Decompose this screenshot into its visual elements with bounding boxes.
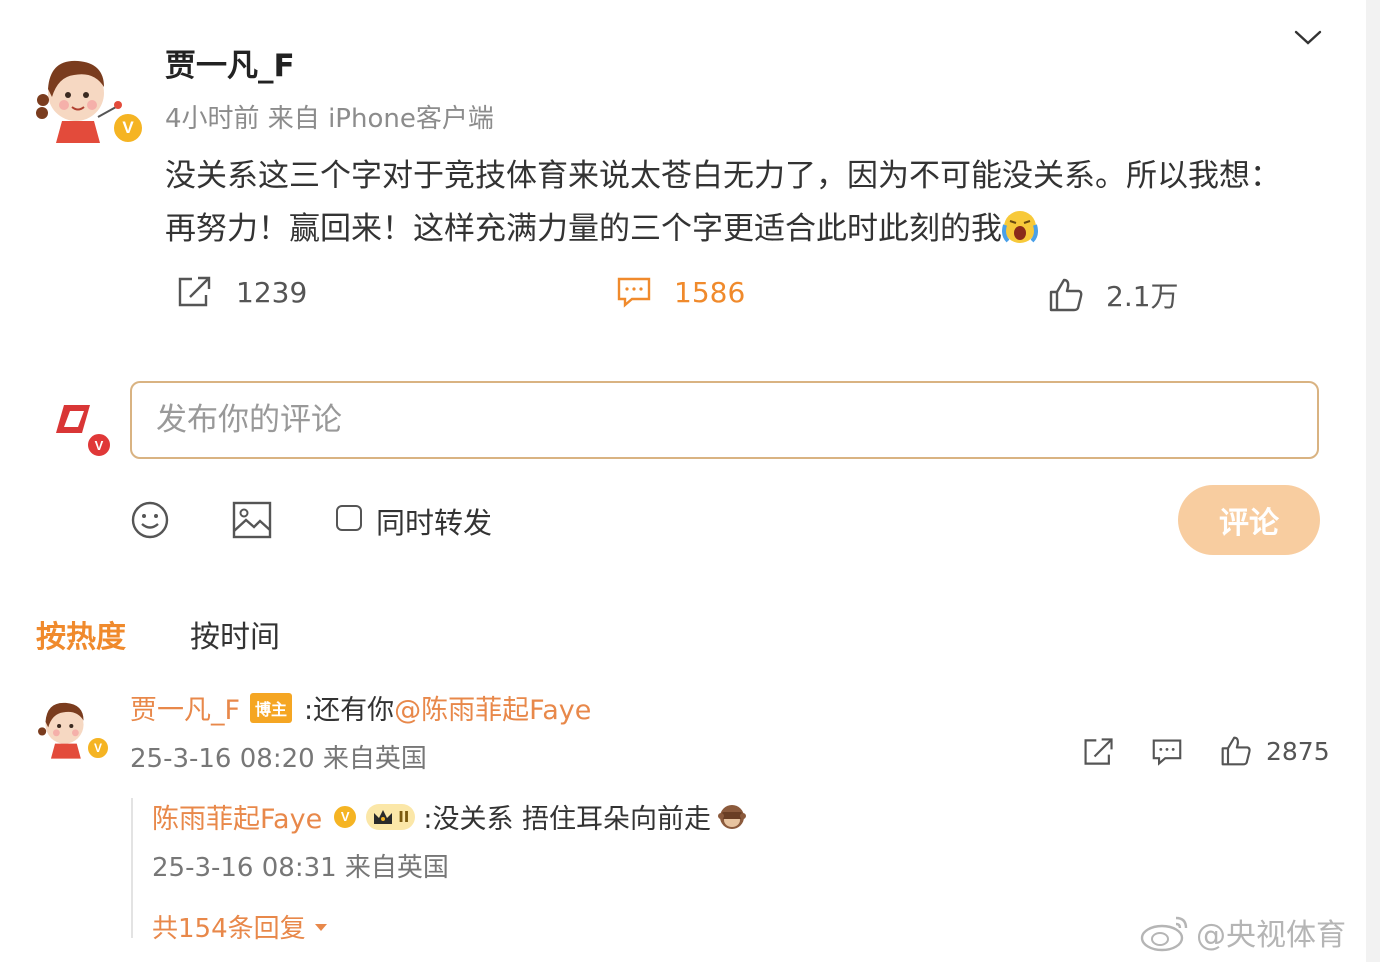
more-replies-link[interactable]: 共154条回复 — [152, 908, 328, 945]
comment-verified-badge-icon: V — [86, 736, 110, 760]
comment-text: :还有你 — [304, 695, 395, 726]
more-replies-text: 共154条回复 — [152, 914, 306, 944]
see-no-evil-monkey-emoji-icon — [717, 802, 747, 832]
post-text-line-2-wrap: 再努力！赢回来！这样充满力量的三个字更适合此时此刻的我 — [165, 203, 1315, 256]
reply-verified-badge-icon: V — [332, 803, 359, 830]
repost-count: 1239 — [236, 275, 308, 309]
comment-author-name[interactable]: 贾一凡_F — [130, 695, 240, 726]
vip-level-text: II — [398, 807, 410, 826]
comment-like-count: 2875 — [1266, 736, 1330, 766]
thumbs-up-icon — [1221, 736, 1251, 766]
reply-thread-line — [131, 798, 133, 938]
watermark: @央视体育 — [1138, 910, 1346, 954]
comment-mention-link[interactable]: @陈雨菲起Faye — [394, 695, 591, 726]
like-count: 2.1万 — [1106, 280, 1179, 313]
repost-icon — [178, 276, 211, 307]
post-text-line-2: 再努力！赢回来！这样充满力量的三个字更适合此时此刻的我 — [165, 211, 1002, 247]
crying-face-emoji-icon — [1002, 209, 1038, 245]
post-author-name[interactable]: 贾一凡_F — [165, 40, 295, 85]
comment-count: 1586 — [674, 275, 746, 309]
tab-sort-hot[interactable]: 按热度 — [36, 612, 126, 656]
watermark-text: @央视体育 — [1196, 918, 1346, 953]
weibo-logo-icon — [1140, 916, 1188, 952]
reply-meta: 25-3-16 08:31 来自英国 — [152, 853, 449, 883]
user-verified-badge-icon: V — [86, 432, 112, 458]
comment-meta: 25-3-16 08:20 来自英国 — [130, 744, 427, 774]
tab-sort-time[interactable]: 按时间 — [190, 612, 280, 656]
chevron-down-icon[interactable] — [1290, 25, 1326, 49]
comment-header: 贾一凡_F 博主 :还有你@陈雨菲起Faye — [130, 688, 591, 727]
thumbs-up-icon — [1049, 278, 1083, 312]
like-button[interactable]: 2.1万 — [1048, 275, 1179, 315]
post-text: 没关系这三个字对于竞技体育来说太苍白无力了，因为不可能没关系。所以我想： 再努力… — [165, 150, 1315, 256]
reply-author-name[interactable]: 陈雨菲起Faye — [152, 797, 322, 836]
host-badge: 博主 — [250, 693, 293, 723]
verified-badge-icon: V — [112, 112, 144, 144]
repost-icon — [1084, 738, 1113, 765]
comment-reply-button[interactable] — [1150, 737, 1184, 771]
comment-input-box[interactable] — [130, 381, 1319, 459]
image-upload-button[interactable] — [232, 501, 272, 543]
vip-level-badge: II — [366, 803, 416, 830]
reply-header: 陈雨菲起Faye V II :没关系 捂住耳朵向前走 — [152, 797, 747, 836]
comment-repost-button[interactable] — [1082, 736, 1116, 772]
submit-comment-button[interactable]: 评论 — [1178, 485, 1320, 555]
comment-input[interactable] — [132, 383, 1317, 457]
caret-down-icon — [314, 923, 327, 931]
repost-checkbox-label[interactable]: 同时转发 — [376, 500, 492, 542]
emoji-picker-button[interactable] — [130, 500, 170, 544]
image-icon — [232, 501, 272, 539]
comment-button[interactable]: 1586 — [616, 275, 745, 309]
repost-checkbox[interactable] — [336, 505, 362, 531]
comment-icon — [617, 277, 651, 308]
post-text-line-1: 没关系这三个字对于竞技体育来说太苍白无力了，因为不可能没关系。所以我想： — [165, 158, 1281, 194]
reply-text: :没关系 捂住耳朵向前走 — [423, 804, 712, 835]
repost-button[interactable]: 1239 — [176, 275, 307, 309]
weibo-post-card: V 贾一凡_F 4小时前 来自 iPhone客户端 没关系这三个字对于竞技体育来… — [0, 0, 1366, 962]
smiley-icon — [131, 501, 169, 539]
comment-icon — [1152, 739, 1182, 766]
crown-icon — [374, 809, 393, 824]
comment-like-button[interactable]: 2875 — [1220, 735, 1330, 767]
post-meta: 4小时前 来自 iPhone客户端 — [165, 104, 494, 134]
